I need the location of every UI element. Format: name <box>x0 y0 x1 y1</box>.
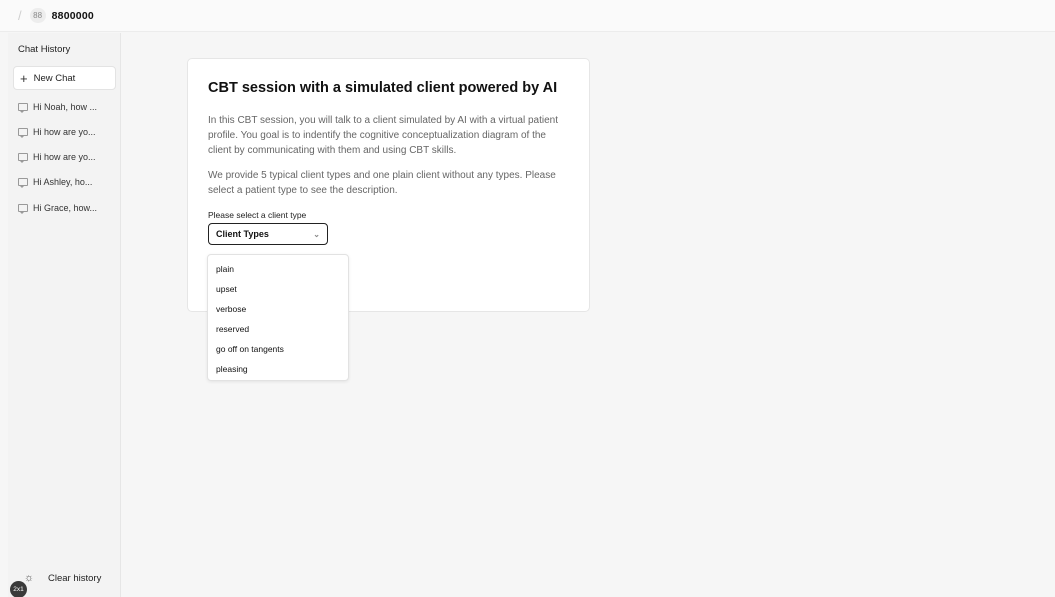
types-paragraph: We provide 5 typical client types and on… <box>208 170 556 196</box>
option-upset[interactable]: upset <box>216 284 237 294</box>
history-item[interactable]: Hi how are yo... <box>18 148 96 166</box>
history-item[interactable]: Hi how are yo... <box>18 123 96 141</box>
intro-paragraph: In this CBT session, you will talk to a … <box>208 115 558 156</box>
corner-badge[interactable]: 2x1 <box>10 581 27 597</box>
chat-bubble-icon <box>18 204 28 214</box>
option-verbose[interactable]: verbose <box>216 304 246 314</box>
client-type-label: Please select a client type <box>208 210 307 220</box>
new-chat-label: New Chat <box>33 72 76 84</box>
chevron-down-icon: ⌄ <box>313 229 320 239</box>
history-item[interactable]: Hi Grace, how... <box>18 199 97 217</box>
chat-bubble-icon <box>18 178 28 188</box>
history-item-label: Hi Ashley, ho... <box>33 177 93 187</box>
top-bar: / 88 8800000 <box>0 0 1055 32</box>
new-chat-button[interactable]: + New Chat <box>13 66 116 90</box>
client-type-select[interactable]: Client Types ⌄ <box>208 223 328 245</box>
chat-bubble-icon <box>18 103 28 113</box>
history-item[interactable]: Hi Noah, how ... <box>18 98 97 116</box>
page-title: CBT session with a simulated client powe… <box>208 80 558 96</box>
clear-history-label: Clear history <box>48 572 102 584</box>
client-type-dropdown: plain upset verbose reserved go off on t… <box>207 254 349 381</box>
chat-bubble-icon <box>18 153 28 163</box>
history-item-label: Hi Noah, how ... <box>33 102 98 112</box>
history-item-label: Hi how are yo... <box>33 152 96 162</box>
clear-history-button[interactable]: ☼ Clear history <box>22 571 101 585</box>
option-reserved[interactable]: reserved <box>216 324 249 334</box>
option-pleasing[interactable]: pleasing <box>216 364 248 374</box>
client-type-select-value: Client Types <box>216 229 269 239</box>
history-item[interactable]: Hi Ashley, ho... <box>18 173 92 191</box>
history-item-label: Hi how are yo... <box>33 127 96 137</box>
option-plain[interactable]: plain <box>216 264 234 274</box>
option-go-off-on-tangents[interactable]: go off on tangents <box>216 344 284 354</box>
project-name[interactable]: 8800000 <box>52 10 94 22</box>
project-badge: 88 <box>29 8 46 23</box>
history-item-label: Hi Grace, how... <box>33 203 98 213</box>
sidebar: Chat History + New Chat Hi Noah, how ...… <box>8 33 121 597</box>
slash-divider: / <box>18 8 22 23</box>
chat-bubble-icon <box>18 128 28 138</box>
chat-history-heading: Chat History <box>18 44 71 55</box>
plus-icon: + <box>20 70 28 86</box>
